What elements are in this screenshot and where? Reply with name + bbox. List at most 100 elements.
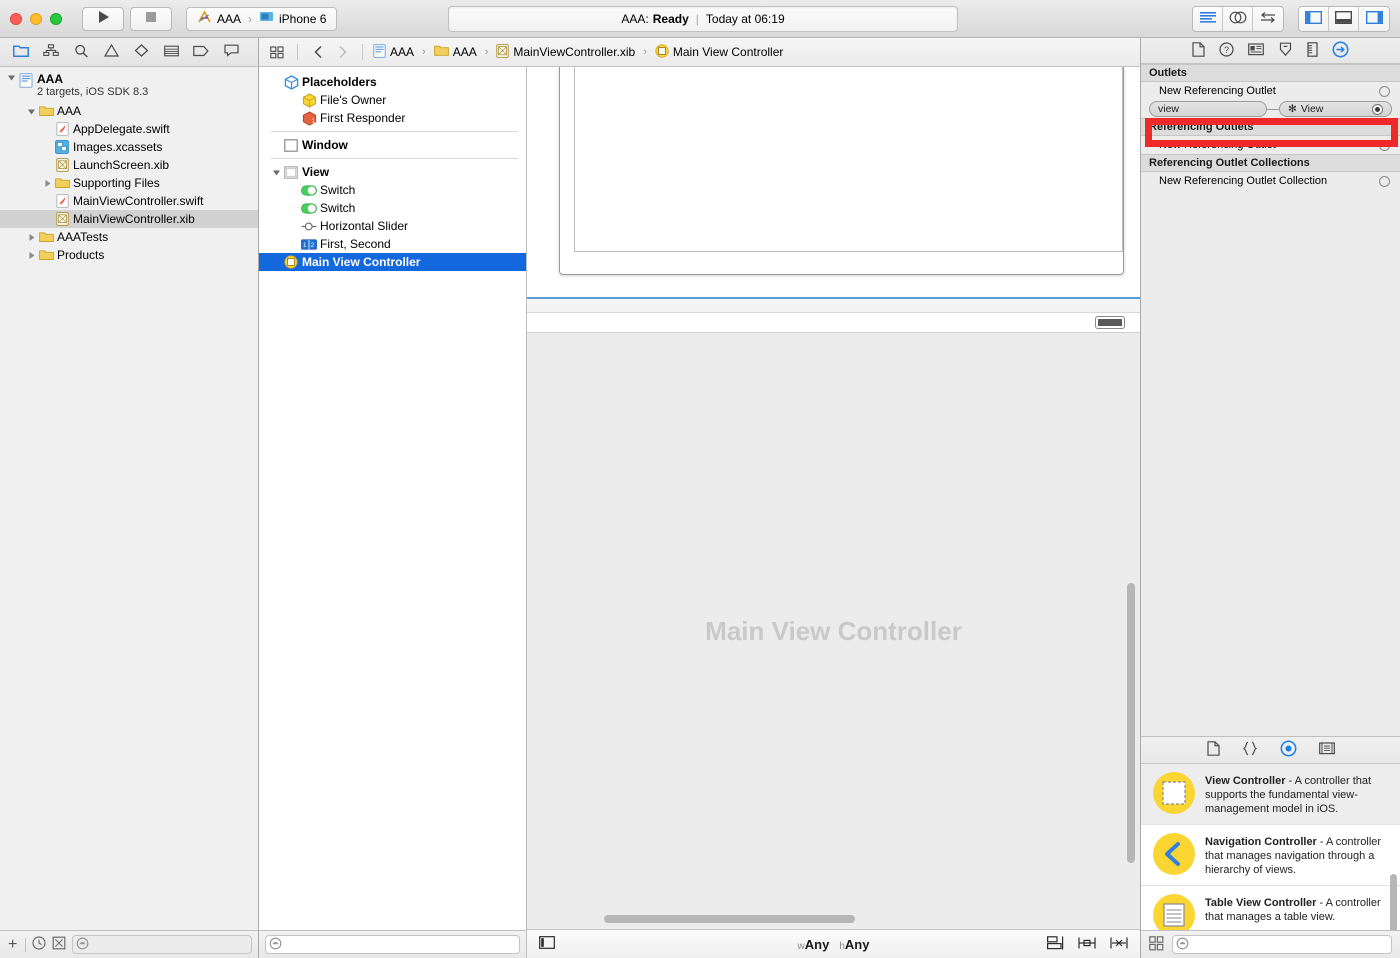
navigator-item[interactable]: MainViewController.swift xyxy=(0,192,258,210)
navigator-filter-input[interactable] xyxy=(72,935,252,954)
outline-row[interactable]: Window xyxy=(259,136,526,154)
assistant-editor-button[interactable] xyxy=(1223,6,1253,31)
navigator-item[interactable]: MainViewController.xib xyxy=(0,210,258,228)
connections-inspector-icon[interactable] xyxy=(1332,41,1349,61)
pin-icon[interactable] xyxy=(1078,936,1096,953)
code-snippet-library-icon[interactable] xyxy=(1242,741,1258,759)
object-library-list[interactable]: View Controller - A controller that supp… xyxy=(1141,764,1400,930)
navigator-item[interactable]: Products xyxy=(0,246,258,264)
navigator-item[interactable]: LaunchScreen.xib xyxy=(0,156,258,174)
disclosure-triangle[interactable] xyxy=(24,233,38,242)
navigator-tab-symbol[interactable] xyxy=(36,41,66,63)
outline-row[interactable]: 1 First Responder xyxy=(259,109,526,127)
project-navigator-tree[interactable]: AAA 2 targets, iOS SDK 8.3 AAA AppDelegat… xyxy=(0,67,258,930)
canvas[interactable]: Main View Controller wAny hAny xyxy=(527,67,1140,958)
filter-icon[interactable] xyxy=(52,936,66,953)
canvas-vertical-scrollbar[interactable] xyxy=(1127,583,1135,863)
standard-editor-button[interactable] xyxy=(1193,6,1223,31)
stop-button[interactable] xyxy=(130,6,172,31)
outline-row[interactable]: View xyxy=(259,163,526,181)
library-item[interactable]: View Controller - A controller that supp… xyxy=(1141,764,1400,825)
disclosure-triangle[interactable] xyxy=(269,168,283,177)
recent-icon[interactable] xyxy=(32,936,46,953)
scheme-selector[interactable]: AAA › iPhone 6 xyxy=(186,6,338,31)
minimize-window-button[interactable] xyxy=(30,12,42,25)
window-object-panel[interactable] xyxy=(559,67,1124,275)
version-editor-button[interactable] xyxy=(1253,6,1283,31)
navigator-item[interactable]: Images.xcassets xyxy=(0,138,258,156)
navigator-tab-breakpoint[interactable] xyxy=(186,41,216,63)
outlet-target-pill[interactable]: ✻ View xyxy=(1279,101,1392,117)
library-scrollbar[interactable] xyxy=(1390,874,1397,930)
related-items-icon[interactable] xyxy=(267,45,287,59)
go-forward-button[interactable] xyxy=(332,45,352,59)
disclosure-triangle[interactable] xyxy=(24,107,38,116)
navigator-toggle-button[interactable] xyxy=(1299,6,1329,31)
disclosure-triangle-open[interactable] xyxy=(4,73,18,82)
navigator-tab-debug[interactable] xyxy=(156,41,186,63)
go-back-button[interactable] xyxy=(308,45,328,59)
canvas-horizontal-scrollbar[interactable] xyxy=(587,915,1020,923)
close-window-button[interactable] xyxy=(10,12,22,25)
navigator-tab-report[interactable] xyxy=(216,41,246,63)
object-library-icon[interactable] xyxy=(1280,740,1297,760)
document-outline-toggle-button[interactable] xyxy=(539,936,555,952)
document-outline-list[interactable]: Placeholders File's Owner 1 First Responder… xyxy=(259,67,526,930)
breadcrumb-item-file[interactable]: MainViewController.xib xyxy=(496,43,635,61)
outline-row[interactable]: Placeholders xyxy=(259,73,526,91)
navigator-tab-issue[interactable] xyxy=(96,41,126,63)
outlet-name-pill[interactable]: view xyxy=(1149,101,1267,117)
outline-row[interactable]: File's Owner xyxy=(259,91,526,109)
library-search-input[interactable] xyxy=(1172,935,1392,954)
scrollbar-thumb[interactable] xyxy=(604,915,856,923)
connection-well-filled[interactable] xyxy=(1372,103,1383,115)
disclosure-triangle[interactable] xyxy=(40,179,54,188)
attributes-inspector-icon[interactable] xyxy=(1278,42,1293,60)
outline-row[interactable]: Switch xyxy=(259,181,526,199)
connections-inspector[interactable]: Outlets New Referencing Outlet view ✻ Vi… xyxy=(1141,64,1400,736)
zoom-window-button[interactable] xyxy=(50,12,62,25)
navigator-item[interactable]: AAA xyxy=(0,102,258,120)
resolve-issues-icon[interactable] xyxy=(1110,936,1128,953)
canvas-window-object[interactable] xyxy=(527,67,1140,297)
connection-well[interactable] xyxy=(1379,175,1390,187)
referencing-outlet-row[interactable]: New Referencing Outlet xyxy=(1141,136,1400,154)
file-inspector-icon[interactable] xyxy=(1192,41,1205,60)
outline-row[interactable]: Main View Controller xyxy=(259,253,526,271)
navigator-item[interactable]: AAATests xyxy=(0,228,258,246)
add-button[interactable]: + xyxy=(6,936,19,954)
connection-well[interactable] xyxy=(1379,139,1390,151)
disclosure-triangle[interactable] xyxy=(24,251,38,260)
navigator-project-row[interactable]: AAA 2 targets, iOS SDK 8.3 xyxy=(0,72,258,102)
outline-row[interactable]: Horizontal Slider xyxy=(259,217,526,235)
align-icon[interactable] xyxy=(1047,935,1064,953)
navigator-tab-test[interactable] xyxy=(126,41,156,63)
size-inspector-icon[interactable] xyxy=(1307,41,1318,60)
canvas-scroll-strip[interactable] xyxy=(527,313,1140,333)
utilities-toggle-button[interactable] xyxy=(1359,6,1389,31)
outline-row[interactable]: Switch xyxy=(259,199,526,217)
media-library-icon[interactable] xyxy=(1318,742,1335,758)
breadcrumb-item-project[interactable]: AAA xyxy=(373,43,414,61)
run-button[interactable] xyxy=(82,6,124,31)
scroll-indicator[interactable] xyxy=(1095,316,1125,329)
breadcrumb-item-group[interactable]: AAA xyxy=(433,44,477,60)
outlet-row-obscured[interactable]: New Referencing Outlet xyxy=(1141,82,1400,100)
file-template-library-icon[interactable] xyxy=(1206,741,1220,759)
debug-area-toggle-button[interactable] xyxy=(1329,6,1359,31)
library-item[interactable]: Table View Controller - A controller tha… xyxy=(1141,886,1400,930)
view-outlet-connection[interactable]: view ✻ View xyxy=(1141,100,1400,118)
identity-inspector-icon[interactable] xyxy=(1248,42,1264,59)
referencing-outlet-collection-row[interactable]: New Referencing Outlet Collection xyxy=(1141,172,1400,190)
breadcrumb-item-object[interactable]: Main View Controller xyxy=(655,43,783,61)
canvas-view-controller-area[interactable]: Main View Controller xyxy=(527,333,1140,929)
library-item[interactable]: Navigation Controller - A controller tha… xyxy=(1141,825,1400,886)
navigator-item[interactable]: Supporting Files xyxy=(0,174,258,192)
navigator-tab-project[interactable] xyxy=(6,41,36,63)
navigator-item[interactable]: AppDelegate.swift xyxy=(0,120,258,138)
document-outline-filter-input[interactable] xyxy=(265,935,520,954)
navigator-tab-find[interactable] xyxy=(66,41,96,63)
quick-help-icon[interactable]: ? xyxy=(1219,41,1234,60)
connection-well[interactable] xyxy=(1379,85,1390,97)
grid-view-icon[interactable] xyxy=(1149,935,1164,954)
